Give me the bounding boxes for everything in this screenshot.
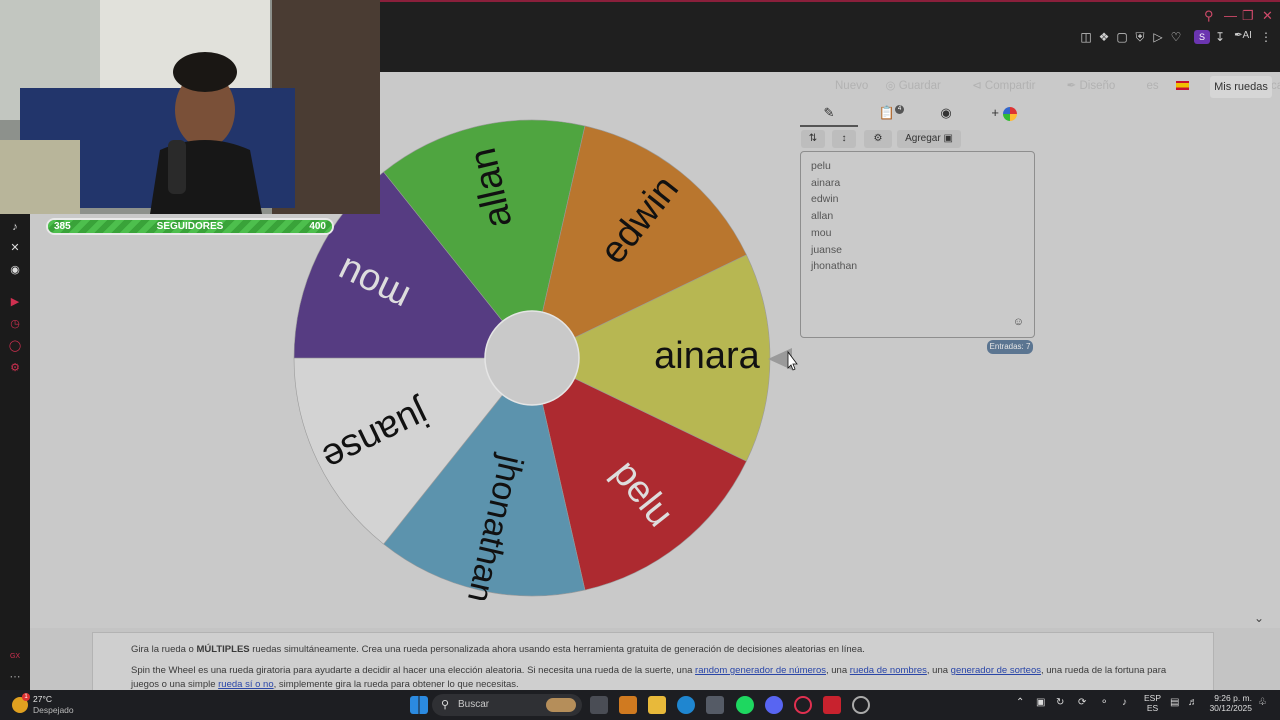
- description-card: Gira la rueda o MÚLTIPLES ruedas simultá…: [92, 632, 1214, 690]
- play-icon[interactable]: ▷: [1150, 30, 1166, 44]
- emoji-icon[interactable]: ☺: [1013, 316, 1024, 328]
- restore-icon[interactable]: ❐: [1242, 8, 1254, 24]
- wheel-pointer: [768, 348, 798, 371]
- my-wheels-button[interactable]: Mis ruedas: [1210, 76, 1272, 98]
- app-a-icon[interactable]: [619, 696, 637, 714]
- tray-refresh-icon[interactable]: ⟳: [1078, 697, 1086, 708]
- results-badge: 4: [895, 105, 904, 114]
- wheel-label-ainara: ainara: [654, 335, 760, 377]
- more-icon[interactable]: ⋯: [8, 670, 22, 684]
- chat-icon[interactable]: ◯: [8, 339, 22, 353]
- close-icon[interactable]: ✕: [1262, 8, 1273, 24]
- opera-gx-icon[interactable]: [794, 696, 812, 714]
- tiktok-icon[interactable]: ♪: [8, 220, 22, 234]
- tray-sync-icon[interactable]: ↻: [1056, 697, 1064, 708]
- spotify-icon[interactable]: [736, 696, 754, 714]
- microphone-icon[interactable]: ♪: [1122, 697, 1127, 708]
- search-icon[interactable]: ⚲: [1204, 8, 1214, 24]
- bluetooth-icon[interactable]: ⚬: [1100, 697, 1108, 708]
- followers-goal: 400: [309, 221, 326, 232]
- temperature: 27°C: [33, 694, 52, 704]
- discord-icon[interactable]: ◉: [8, 263, 22, 277]
- settings-icon[interactable]: ⚙: [8, 361, 22, 375]
- chevron-down-icon[interactable]: ⌄: [1254, 611, 1264, 625]
- tray-app-icon[interactable]: ▣: [1036, 697, 1045, 708]
- search-icon: ⚲: [441, 699, 450, 711]
- weather-text: Despejado: [33, 705, 74, 715]
- description-paragraph-2: Spin the Wheel es una rueda giratoria pa…: [131, 665, 1167, 690]
- color-wheel-icon: [1002, 106, 1017, 121]
- pin-icon[interactable]: ❖: [1096, 30, 1112, 44]
- x-icon[interactable]: ✕: [8, 241, 22, 255]
- wifi-icon[interactable]: ▤: [1170, 697, 1179, 708]
- chatgpt-icon[interactable]: [852, 696, 870, 714]
- clock[interactable]: 9:26 p. m. 30/12/2025: [1206, 693, 1252, 713]
- task-view-icon[interactable]: [590, 696, 608, 714]
- entry-item: edwin: [811, 193, 839, 206]
- entries-count-badge: Entradas: 7: [987, 340, 1033, 354]
- shield-icon[interactable]: ⛨: [1132, 30, 1148, 45]
- followers-goal-bar: 385 SEGUIDORES 400: [46, 218, 334, 235]
- heart-icon[interactable]: ♡: [1168, 30, 1184, 44]
- webcam-overlay: [0, 0, 380, 214]
- nav-design[interactable]: ✒ Diseño: [1067, 80, 1130, 92]
- nav-new[interactable]: Nuevo: [835, 80, 868, 92]
- shuffle-button[interactable]: ⇅: [801, 130, 825, 148]
- nav-save[interactable]: ◎ Guardar: [885, 80, 954, 92]
- entries-textarea[interactable]: pelu ainara edwin allan mou juanse jhonathan ☺: [800, 151, 1035, 338]
- settings-gear-button[interactable]: ⚙: [864, 130, 892, 148]
- discord-taskbar-icon[interactable]: [765, 696, 783, 714]
- entry-item: allan: [811, 210, 834, 223]
- entry-item: pelu: [811, 160, 831, 172]
- tab-edit[interactable]: ✎: [800, 105, 858, 127]
- link-name-wheel[interactable]: rueda de nombres: [850, 665, 927, 676]
- download-icon[interactable]: ↧: [1212, 30, 1228, 44]
- tab-results[interactable]: 📋 4: [858, 105, 916, 127]
- gx-icon[interactable]: GX: [8, 650, 22, 664]
- edge-icon[interactable]: [677, 696, 695, 714]
- followers-label: SEGUIDORES: [156, 221, 224, 232]
- ai-icon[interactable]: ✒AI: [1232, 30, 1254, 41]
- split-view-icon[interactable]: ◫: [1078, 30, 1094, 44]
- sort-button[interactable]: ↕: [832, 130, 856, 148]
- side-rail: ♪ ✕ ◉ ▶ ◷ ◯ ⚙ GX ⋯: [0, 214, 30, 690]
- link-yes-no-wheel[interactable]: rueda sí o no: [218, 679, 273, 690]
- minimize-icon[interactable]: —: [1224, 8, 1237, 23]
- file-explorer-icon[interactable]: [648, 696, 666, 714]
- language-indicator[interactable]: ESP ES: [1144, 693, 1161, 713]
- windows-taskbar: 1 27°C Despejado: [0, 690, 1280, 720]
- windows-start-icon[interactable]: [410, 696, 428, 714]
- link-raffle-generator[interactable]: generador de sorteos: [951, 665, 1041, 676]
- weather-badge: 1: [22, 693, 30, 701]
- chevron-up-icon[interactable]: ⌃: [1016, 697, 1024, 708]
- play-circle-icon[interactable]: ▶: [8, 295, 22, 309]
- browser-accent-line: [380, 0, 1280, 2]
- volume-icon[interactable]: ♬: [1188, 697, 1198, 708]
- clock-icon[interactable]: ◷: [8, 317, 22, 331]
- wheel-center[interactable]: [484, 310, 580, 406]
- tab-hide[interactable]: ◉: [916, 105, 976, 127]
- description-paragraph-1: Gira la rueda o MÚLTIPLES ruedas simultá…: [131, 644, 865, 655]
- tab-add-wheel[interactable]: +: [976, 105, 1032, 127]
- entry-item: jhonathan: [811, 260, 858, 273]
- nav-share[interactable]: ⊲ Compartir: [972, 80, 1049, 92]
- entry-item: mou: [811, 226, 832, 239]
- taskbar-search[interactable]: ⚲ Buscar: [432, 694, 582, 716]
- menu-icon[interactable]: ⋮: [1258, 30, 1274, 44]
- wps-icon[interactable]: [823, 696, 841, 714]
- notifications-icon[interactable]: ♧: [1258, 697, 1267, 708]
- entry-item: juanse: [811, 243, 842, 256]
- entries-list: pelu ainara edwin allan mou juanse jhonathan: [811, 158, 1024, 275]
- search-highlight-image: [546, 698, 576, 712]
- store-icon[interactable]: [706, 696, 724, 714]
- tab-icon[interactable]: ▢: [1114, 30, 1130, 44]
- profile-avatar[interactable]: S: [1194, 30, 1210, 44]
- nav-language[interactable]: es: [1146, 80, 1202, 92]
- add-image-button[interactable]: Agregar ▣: [897, 130, 961, 148]
- link-random-numbers[interactable]: random generador de números: [695, 665, 826, 676]
- entry-item: ainara: [811, 176, 841, 189]
